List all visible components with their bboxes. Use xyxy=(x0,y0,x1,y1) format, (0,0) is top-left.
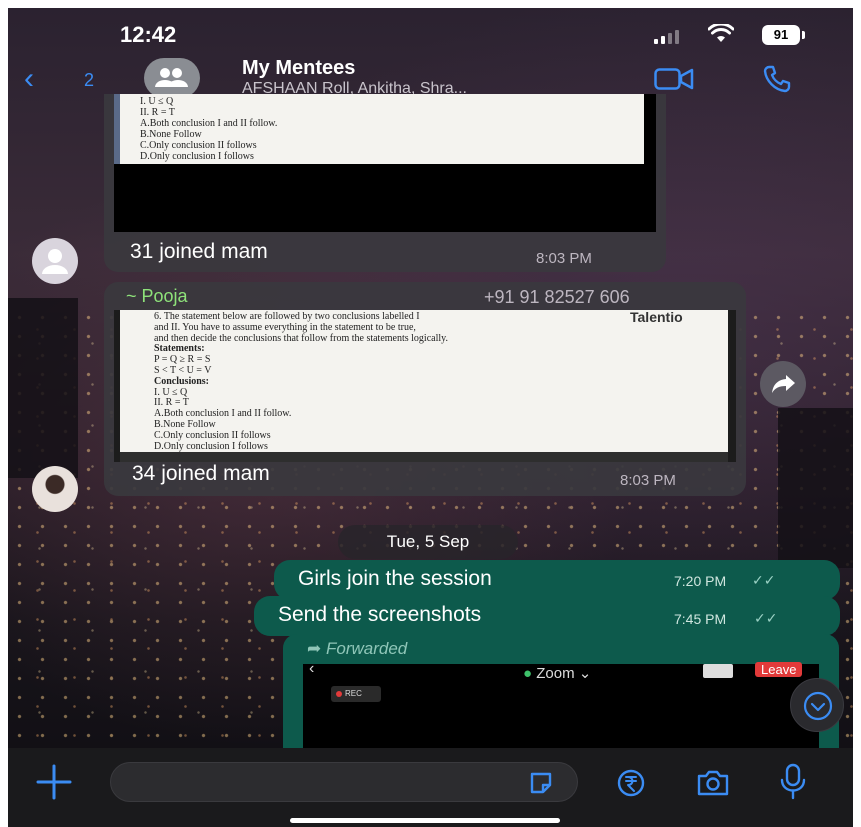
background-building xyxy=(778,408,853,568)
message-composer xyxy=(8,748,853,827)
screen-share-toolbar xyxy=(120,452,728,462)
question-screenshot: I. U ≤ Q II. R = T A.Both conclusion I a… xyxy=(114,94,644,164)
group-people-icon xyxy=(155,68,188,87)
microphone-icon[interactable] xyxy=(778,762,808,802)
home-indicator[interactable] xyxy=(290,818,560,823)
date-separator: Tue, 5 Sep xyxy=(338,525,518,559)
wifi-icon xyxy=(708,24,734,42)
signal-icon xyxy=(654,30,679,44)
message-text: Girls join the session xyxy=(298,567,492,590)
chat-title[interactable]: My Mentees xyxy=(242,57,355,80)
message-time: 8:03 PM xyxy=(536,250,592,267)
zoom-meeting-label: ● Zoom ⌄ xyxy=(523,665,592,682)
leave-button: Leave xyxy=(755,662,803,677)
talentio-watermark: Talentio xyxy=(630,309,683,325)
read-receipt-icon: ✓✓ xyxy=(752,572,776,588)
battery-icon: 91 xyxy=(762,25,805,45)
video-call-icon[interactable] xyxy=(654,68,694,90)
sender-phone-number: +91 91 82527 606 xyxy=(484,287,630,307)
recording-indicator: REC xyxy=(331,686,381,702)
message-sender[interactable]: ~ Pooja xyxy=(126,286,188,307)
incoming-image-bubble[interactable]: I. U ≤ Q II. R = T A.Both conclusion I a… xyxy=(104,94,666,272)
message-input[interactable] xyxy=(110,762,578,802)
qa-button xyxy=(703,664,733,678)
forward-share-button[interactable] xyxy=(760,361,806,407)
back-unread-count[interactable]: 2 xyxy=(84,70,94,91)
attach-plus-icon[interactable] xyxy=(34,762,74,802)
status-time: 12:42 xyxy=(120,22,177,47)
forward-arrow-icon: ➦ xyxy=(307,639,322,658)
forwarded-label: ➦ Forwarded xyxy=(307,639,408,658)
message-image[interactable]: 6. The statement below are followed by t… xyxy=(114,310,736,462)
share-arrow-icon xyxy=(772,375,795,393)
group-avatar[interactable] xyxy=(144,58,200,98)
back-chevron-icon[interactable]: ‹ xyxy=(24,64,34,94)
question-screenshot: 6. The statement below are followed by t… xyxy=(120,310,728,452)
voice-call-icon[interactable] xyxy=(762,64,792,94)
read-receipt-icon: ✓✓ xyxy=(754,610,778,626)
person-icon xyxy=(42,249,68,274)
outgoing-message[interactable]: Send the screenshots 7:45 PM ✓✓ xyxy=(254,596,840,636)
message-image[interactable]: I. U ≤ Q II. R = T A.Both conclusion I a… xyxy=(114,94,656,232)
phone-screen: 12:42 91 ‹ 2 My Mentees AFSHAAN Roll, An… xyxy=(8,8,853,827)
message-text: Send the screenshots xyxy=(278,603,482,626)
sender-avatar-default[interactable] xyxy=(32,238,78,284)
camera-icon[interactable] xyxy=(696,768,730,798)
message-time: 7:45 PM xyxy=(674,611,727,627)
scroll-to-bottom-button[interactable] xyxy=(790,678,844,732)
outgoing-message[interactable]: Girls join the session 7:20 PM ✓✓ xyxy=(274,560,840,600)
sticker-icon[interactable] xyxy=(528,770,554,796)
chevron-down-icon xyxy=(803,691,833,721)
message-caption: 31 joined mam xyxy=(130,240,268,263)
payment-rupee-icon[interactable] xyxy=(616,768,646,798)
incoming-image-bubble[interactable]: ~ Pooja +91 91 82527 606 6. The statemen… xyxy=(104,282,746,496)
back-arrow-icon: ‹ xyxy=(309,660,315,677)
message-time: 8:03 PM xyxy=(620,472,676,489)
background-building xyxy=(8,298,78,478)
sender-avatar-pooja[interactable] xyxy=(32,466,78,512)
message-time: 7:20 PM xyxy=(674,573,727,589)
message-caption: 34 joined mam xyxy=(132,462,270,485)
